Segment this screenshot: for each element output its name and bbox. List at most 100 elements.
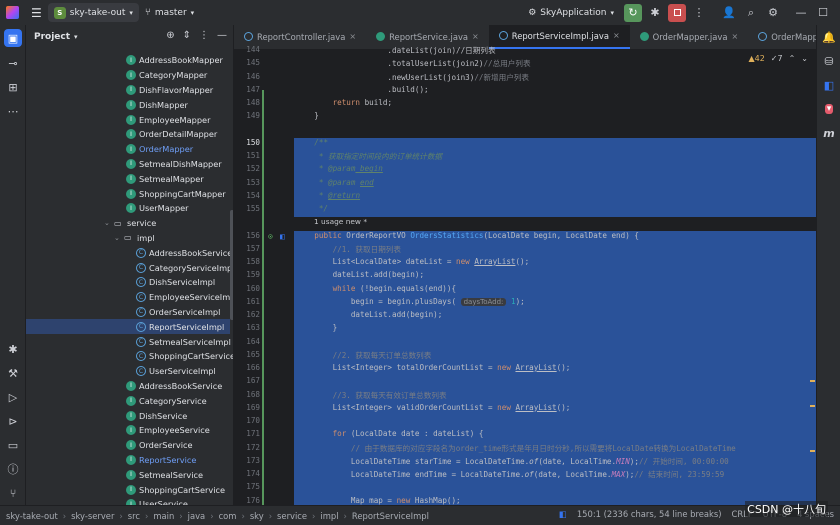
structure-tool-button[interactable]: ⊞ (0, 75, 26, 99)
tree-item[interactable]: I CategoryService (26, 393, 230, 408)
rerun-button[interactable]: ↻ (624, 3, 642, 22)
code-line[interactable]: 156 ⊙ ◧ public OrderReportVO OrdersStatist… (234, 230, 816, 244)
tree-item[interactable]: I UserService (26, 497, 230, 505)
tree-item[interactable]: I EmployeeMapper (26, 112, 230, 127)
tree-item[interactable]: C OrderServiceImpl (26, 305, 230, 320)
code-line[interactable]: 157 //1. 获取日期列表 (234, 243, 816, 257)
commit-tool-button[interactable]: ⊸ (0, 51, 26, 75)
code-line[interactable]: 164 (234, 336, 816, 350)
code-line[interactable]: 152 * @param begin (234, 164, 816, 178)
run-tool-button[interactable]: ▷ (0, 385, 26, 409)
code-line[interactable]: 171 for (LocalDate date : dateList) { (234, 429, 816, 443)
tree-item[interactable]: I SetmealService (26, 467, 230, 482)
code-line[interactable]: 163 } (234, 323, 816, 337)
code-line[interactable]: 176 Map map = new HashMap(); (234, 495, 816, 505)
tree-item[interactable]: I SetmealMapper (26, 171, 230, 186)
debug-tool-button[interactable]: ✱ (0, 337, 26, 361)
code-line[interactable] (234, 125, 816, 138)
stop-button[interactable] (668, 3, 686, 22)
tree-item[interactable]: C UserServiceImpl (26, 364, 230, 379)
project-tool-button[interactable]: ▣ (4, 29, 22, 47)
main-menu-button[interactable]: ☰ (25, 0, 48, 25)
tree-item[interactable]: I DishService (26, 408, 230, 423)
code-area[interactable]: 144 .dateList(join)//日期列表 145 .totalUserL… (234, 45, 816, 505)
tree-item[interactable]: I DishFlavorMapper (26, 83, 230, 98)
tree-item[interactable]: I OrderMapper (26, 142, 230, 157)
chevron-down-icon[interactable]: ⌄ (114, 234, 122, 242)
tree-item[interactable]: I DishMapper (26, 97, 230, 112)
code-line[interactable]: 168 //3. 获取每天有效订单总数列表 (234, 389, 816, 403)
code-line[interactable]: 155 */ (234, 204, 816, 218)
editor-scrollbar[interactable] (808, 50, 816, 505)
close-icon[interactable]: × (472, 32, 479, 41)
close-icon[interactable]: × (731, 32, 738, 41)
problems-tool-button[interactable]: ⓘ (0, 457, 26, 481)
add-user-button[interactable]: 👤 (720, 4, 738, 22)
code-line[interactable]: 151 * 获取指定时间段内的订单统计数据 (234, 151, 816, 165)
warning-stripe[interactable] (810, 450, 815, 452)
build-tool-button[interactable]: ⚒ (0, 361, 26, 385)
breadcrumb-item[interactable]: sky (250, 511, 264, 521)
code-line[interactable]: 161 begin = begin.plusDays( daysToAdd: 1… (234, 296, 816, 310)
code-line[interactable]: 173 LocalDateTime starTime = LocalDateTi… (234, 455, 816, 469)
plugin-tool-button[interactable]: ◧ (817, 73, 840, 97)
code-line[interactable]: 150 /** (234, 137, 816, 151)
search-button[interactable]: ⌕ (742, 4, 760, 22)
tree-item[interactable]: I UserMapper (26, 201, 230, 216)
more-actions-button[interactable]: ⋮ (690, 4, 708, 22)
maximize-button[interactable]: ☐ (814, 4, 832, 22)
bean-icon[interactable]: ◧ (280, 232, 285, 241)
code-line[interactable]: 149 } (234, 111, 816, 124)
tree-folder[interactable]: ⌄ ▭ service (26, 216, 230, 231)
more-vertical-icon[interactable]: ⋮ (199, 30, 209, 41)
tree-item[interactable]: I ShoppingCartService (26, 482, 230, 497)
code-line[interactable]: 166 List<Integer> totalOrderCountList = … (234, 363, 816, 377)
breadcrumb-item[interactable]: sky-take-out (6, 511, 58, 521)
warning-stripe[interactable] (810, 405, 815, 407)
breadcrumb-item[interactable]: ReportServiceImpl (352, 511, 429, 521)
tree-item[interactable]: I AddressBookMapper (26, 53, 230, 68)
breadcrumb-item[interactable]: src (128, 511, 140, 521)
notifications-tool-button[interactable]: 🔔 (817, 25, 840, 49)
usage-hint[interactable]: 1 usage new * (234, 217, 816, 230)
chevron-down-icon[interactable]: ⌄ (104, 219, 112, 227)
project-switcher[interactable]: S sky-take-out ▾ (47, 3, 139, 22)
close-icon[interactable]: × (349, 32, 356, 41)
tree-item[interactable]: C AddressBookServiceI (26, 245, 233, 260)
tree-item[interactable]: C DishServiceImpl (26, 275, 230, 290)
tree-item[interactable]: I ShoppingCartMapper (26, 186, 230, 201)
code-line[interactable]: 158 List<LocalDate> dateList = new Array… (234, 257, 816, 271)
code-line[interactable]: 160 while (!begin.equals(end)){ (234, 283, 816, 297)
tree-item[interactable]: C ReportServiceImpl (26, 319, 230, 335)
caret-position[interactable]: 150:1 (2336 chars, 54 line breaks) (577, 509, 722, 519)
settings-button[interactable]: ⚙ (764, 4, 782, 22)
code-line[interactable]: 165 //2. 获取每天订单总数列表 (234, 349, 816, 363)
minimize-button[interactable]: — (792, 4, 810, 22)
breadcrumb-item[interactable]: main (153, 511, 174, 521)
tree-item[interactable]: I ReportService (26, 453, 230, 468)
more-tools-button[interactable]: ⋯ (0, 99, 26, 123)
breadcrumb-item[interactable]: com (219, 511, 237, 521)
code-line[interactable]: 167 (234, 376, 816, 390)
breadcrumb-item[interactable]: impl (320, 511, 338, 521)
tree-item[interactable]: I OrderDetailMapper (26, 127, 230, 142)
tree-item[interactable]: I SetmealDishMapper (26, 157, 230, 172)
code-line[interactable]: 153 * @param end (234, 177, 816, 191)
api-tool-button[interactable]: ▾ (817, 97, 840, 121)
close-icon[interactable]: × (613, 31, 620, 40)
code-line[interactable]: 145 .totalUserList(join2)//总用户列表 (234, 58, 816, 71)
code-line[interactable]: 148 return build; (234, 98, 816, 111)
code-line[interactable]: 144 .dateList(join)//日期列表 (234, 45, 816, 58)
code-line[interactable]: 175 (234, 482, 816, 496)
hide-icon[interactable]: — (217, 30, 227, 41)
git-tool-button[interactable]: ⑂ (0, 481, 26, 505)
tree-item[interactable]: C CategoryServiceImpl (26, 260, 233, 275)
collapse-all-icon[interactable]: ⇕ (183, 30, 191, 41)
maven-tool-button[interactable]: m (817, 121, 840, 145)
run-config-selector[interactable]: ⚙ SkyApplication ▾ (522, 0, 620, 25)
terminal-tool-button[interactable]: ▭ (0, 433, 26, 457)
code-line[interactable]: 159 dateList.add(begin); (234, 270, 816, 284)
tree-item[interactable]: I AddressBookService (26, 379, 230, 394)
tree-item[interactable]: C SetmealServiceImpl (26, 334, 231, 349)
tree-item[interactable]: I EmployeeService (26, 423, 230, 438)
